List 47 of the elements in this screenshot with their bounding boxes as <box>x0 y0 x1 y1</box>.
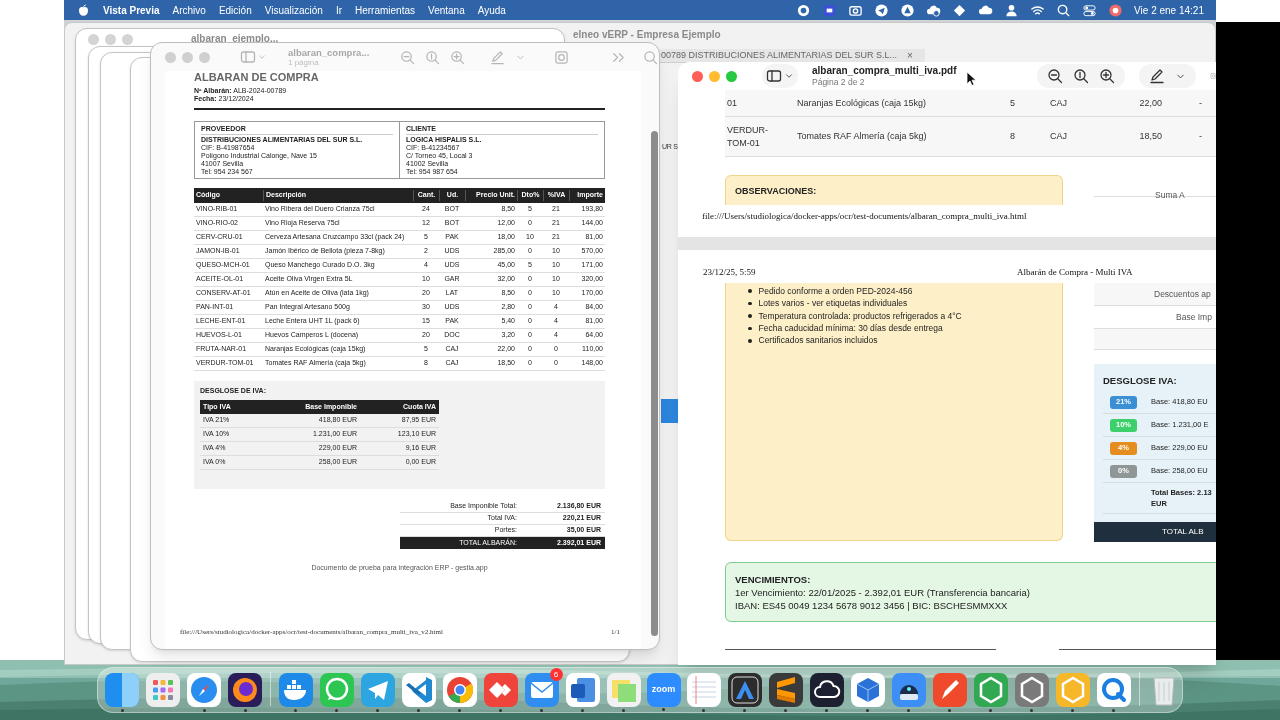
table-cell-text: 22,00 <box>1138 96 1163 110</box>
file-path: file:///Users/studiologica/docker-apps/ocr/test-documents/albaran_compra_multi_iva.html <box>702 210 1028 223</box>
table-cell-text: Naranjas Ecológicas (caja 15kg) <box>797 96 928 110</box>
window-title: albaran_compra... <box>288 46 371 58</box>
app-tile[interactable]: zoom <box>646 673 681 707</box>
summary-label: Suma A <box>1155 190 1185 200</box>
tab-label: 00789 DISTRIBUCIONES ALIMENTARIAS DEL SUR S.L... <box>661 48 898 62</box>
list-item: Certificados sanitarios incluidos <box>758 334 878 348</box>
window-title: albaran_compra_multi_iva.pdf <box>812 65 957 77</box>
menu-item[interactable]: Herramientas <box>355 2 416 18</box>
window-title: elneo vERP - Empresa Ejemplo <box>573 28 721 42</box>
print-date: 23/12/25, 5:59 <box>703 266 757 280</box>
table-cell-text: 18,50 <box>1138 130 1163 143</box>
document-title: ALBARAN DE COMPRA <box>194 71 320 83</box>
window-subtitle: Página 2 de 2 <box>812 77 866 87</box>
clock[interactable]: Vie 2 ene 14:21 <box>1134 2 1204 18</box>
list-item: Pedido conforme a orden PED-2024-456 <box>758 284 913 298</box>
table-cell-text: 5 <box>1010 96 1016 110</box>
menu-item[interactable]: Archivo <box>172 2 206 18</box>
print-title: Albarán de Compra - Multi IVA <box>1017 266 1133 280</box>
menu-item[interactable]: Edición <box>218 2 252 18</box>
table-cell-text: Tomates RAF Almería (caja 5kg) <box>797 130 928 143</box>
total-label: TOTAL ALB <box>1162 526 1204 538</box>
table-cell-text: - <box>1198 130 1203 143</box>
table-cell-text: - <box>1198 96 1203 110</box>
section-title: OBSERVACIONES: <box>735 185 818 198</box>
table-cell-text: VERDUR-TOM-01 <box>726 123 769 150</box>
list-item: Lotes varios - ver etiquetas individuales <box>758 297 908 310</box>
payment-line: IBAN: ES45 0049 1234 5678 9012 3456 | BIC: BSCHESMMXXX <box>735 599 1009 612</box>
menu-item[interactable]: Visualización <box>264 2 323 18</box>
summary-label: Descuentos ap <box>1154 287 1211 301</box>
section-title: DESGLOSE IVA: <box>1102 374 1178 388</box>
payment-line: 1er Vencimiento: 22/01/2025 - 2.392,01 EUR (Transferencia bancaria) <box>735 586 1031 599</box>
menu-item[interactable]: Ir <box>335 2 342 18</box>
list-item: Fecha caducidad mínima: 30 días desde entrega <box>758 322 943 335</box>
window-title: albaran_ejemplo... <box>191 32 279 46</box>
menu-item[interactable]: Ayuda <box>477 2 506 18</box>
list-item: Temperatura controlada: productos refrigerados a 4°C <box>758 309 962 323</box>
table-cell-text: CAJ <box>1050 130 1068 143</box>
table-cell-text: 01 <box>726 96 738 110</box>
close-button[interactable]: × <box>907 48 913 63</box>
summary-label: Base Imp <box>1176 310 1212 324</box>
section-title: VENCIMIENTOS: <box>735 573 812 586</box>
table-cell-text: CAJ <box>1050 96 1068 110</box>
app-menu[interactable]: Vista Previa <box>103 2 160 18</box>
table-cell-text: 8 <box>1010 130 1016 143</box>
menu-item[interactable]: Ventana <box>428 2 465 18</box>
